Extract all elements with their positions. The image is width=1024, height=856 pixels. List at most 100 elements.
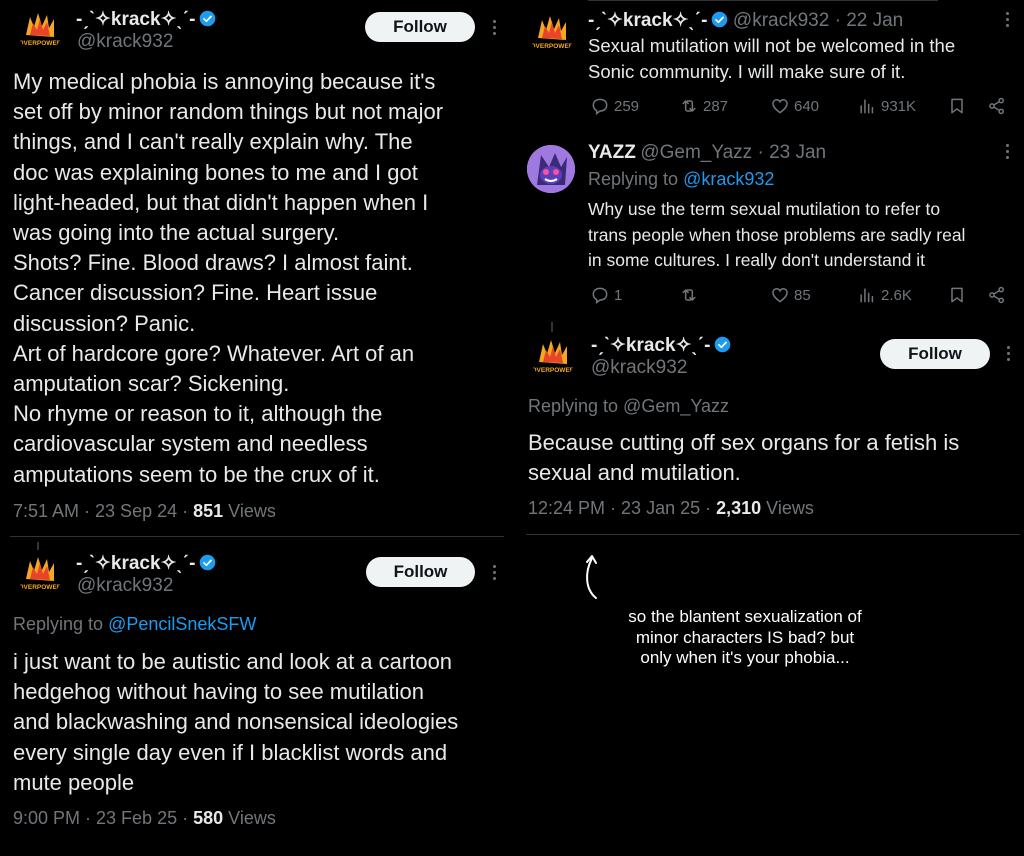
author-handle[interactable]: @krack932 <box>733 10 829 31</box>
bookmark-action[interactable] <box>947 285 967 305</box>
avatar-logo-text: OVERPOWER <box>19 584 62 591</box>
author-name[interactable]: -ˏˋ✧krack✧ˎˊ- <box>76 8 216 31</box>
author-avatar[interactable]: OVERPOWER <box>18 553 62 597</box>
reply-header: YAZZ @Gem_Yazz · 23 Jan <box>588 142 826 164</box>
verified-badge-icon <box>715 336 731 353</box>
author-name-text: -ˏˋ✧krack✧ˎˊ- <box>76 9 196 30</box>
tweet-meta: 12:24 PM · 23 Jan 25 · 2,310 Views <box>528 498 814 519</box>
share-icon <box>989 286 1004 304</box>
views-label: Views <box>761 498 814 518</box>
share-action[interactable] <box>987 285 1007 305</box>
replying-to: Replying to @krack932 <box>588 169 774 190</box>
like-count: 640 <box>794 97 820 115</box>
tweet-text: My medical phobia is annoying because it… <box>13 69 444 487</box>
more-options-icon[interactable] <box>1004 12 1010 32</box>
annotation-text: so the blantent sexualization of minor c… <box>628 607 862 667</box>
views-count: 2,310 <box>716 498 762 518</box>
reply-count: 259 <box>614 97 640 115</box>
follow-button[interactable]: Follow <box>365 12 475 42</box>
reply-action[interactable]: 259 <box>590 96 639 116</box>
repost-action[interactable]: 287 <box>679 96 728 116</box>
views-icon <box>860 288 874 303</box>
like-action[interactable]: 85 <box>770 285 811 305</box>
verified-badge-icon <box>712 11 728 28</box>
reply-action[interactable]: 1 <box>590 285 622 305</box>
replying-to: Replying to @PencilSnekSFW <box>13 614 256 635</box>
thread-line <box>551 322 553 332</box>
more-options-icon[interactable] <box>1005 346 1011 366</box>
curved-arrow-icon <box>586 555 597 599</box>
reply-text: Why use the term sexual mutilation to re… <box>588 199 966 270</box>
avatar-logo-text: OVERPOWER <box>532 367 575 374</box>
follow-button[interactable]: Follow <box>880 339 990 369</box>
author-avatar[interactable]: OVERPOWER <box>530 12 574 56</box>
author-name-text: -ˏˋ✧krack✧ˎˊ- <box>76 553 196 574</box>
avatar-logo-text: OVERPOWER <box>19 40 62 47</box>
reply-author-name[interactable]: YAZZ <box>588 142 636 163</box>
views-label: Views <box>223 501 276 521</box>
tweet-timestamp[interactable]: 7:51 AM · 23 Sep 24 · <box>13 501 193 521</box>
bookmark-icon <box>951 98 963 114</box>
views-count: 580 <box>193 808 224 828</box>
thread-line <box>37 542 39 550</box>
like-count: 85 <box>794 286 811 304</box>
replying-to-link[interactable]: @PencilSnekSFW <box>108 614 256 634</box>
author-handle[interactable]: @krack932 <box>77 575 173 597</box>
views-count: 931K <box>881 97 917 115</box>
views-count: 2.6K <box>881 286 912 304</box>
follow-button[interactable]: Follow <box>366 557 475 587</box>
reply-icon <box>592 98 608 115</box>
verified-badge-icon <box>200 10 216 27</box>
author-avatar[interactable]: OVERPOWER <box>18 9 62 53</box>
like-icon <box>772 98 788 114</box>
tweet-date[interactable]: · 22 Jan <box>829 10 904 31</box>
views-label: Views <box>223 808 276 828</box>
repost-count: 287 <box>703 97 729 115</box>
tweet-text: Sexual mutilation will not be welcomed i… <box>588 35 956 82</box>
share-icon <box>989 97 1004 115</box>
repost-action[interactable] <box>679 285 703 305</box>
replying-to: Replying to @Gem_Yazz <box>528 396 730 416</box>
more-options-icon[interactable] <box>491 565 497 585</box>
bookmark-action[interactable] <box>947 96 967 116</box>
tweet-meta: 9:00 PM · 23 Feb 25 · 580 Views <box>13 808 276 829</box>
like-action[interactable]: 640 <box>770 96 819 116</box>
replying-to-label: Replying to <box>588 169 684 189</box>
replying-to-label: Replying to <box>13 614 109 634</box>
repost-icon <box>682 289 696 301</box>
repost-icon <box>682 100 696 112</box>
views-icon <box>860 99 874 114</box>
author-handle[interactable]: @krack932 <box>591 357 687 379</box>
like-icon <box>772 287 788 303</box>
tweet-text: i just want to be autistic and look at a… <box>13 649 459 795</box>
tweet-meta: 7:51 AM · 23 Sep 24 · 851 Views <box>13 501 276 522</box>
author-name[interactable]: -ˏˋ✧krack✧ˎˊ- <box>76 552 216 575</box>
author-name-text: -ˏˋ✧krack✧ˎˊ- <box>591 335 711 356</box>
verified-badge-icon <box>200 554 216 571</box>
reply-author-handle[interactable]: @Gem_Yazz <box>640 142 752 163</box>
yazz-avatar[interactable] <box>527 145 575 193</box>
reply-count: 1 <box>614 286 623 304</box>
divider <box>10 536 504 537</box>
views-action[interactable]: 931K <box>857 96 916 116</box>
tweet-text: Because cutting off sex organs for a fet… <box>528 430 960 486</box>
tweet-header: -ˏˋ✧krack✧ˎˊ- @krack932 · 22 Jan <box>588 9 903 32</box>
tweet-timestamp[interactable]: 9:00 PM · 23 Feb 25 · <box>13 808 193 828</box>
replying-to-link[interactable]: @krack932 <box>683 169 774 189</box>
author-name[interactable]: -ˏˋ✧krack✧ˎˊ- <box>588 10 707 31</box>
author-name[interactable]: -ˏˋ✧krack✧ˎˊ- <box>591 334 731 357</box>
divider <box>588 0 938 1</box>
more-options-icon[interactable] <box>1004 144 1010 164</box>
more-options-icon[interactable] <box>491 20 497 40</box>
share-action[interactable] <box>987 96 1007 116</box>
author-avatar[interactable]: OVERPOWER <box>531 336 575 380</box>
avatar-logo-text: OVERPOWER <box>531 43 574 50</box>
views-count: 851 <box>193 501 224 521</box>
tweet-timestamp[interactable]: 12:24 PM · 23 Jan 25 · <box>528 498 716 518</box>
views-action[interactable]: 2.6K <box>857 285 912 305</box>
reply-date[interactable]: · 23 Jan <box>752 142 826 163</box>
bookmark-icon <box>951 287 963 303</box>
reply-icon <box>592 287 608 304</box>
author-handle[interactable]: @krack932 <box>77 31 173 53</box>
divider <box>526 534 1020 535</box>
